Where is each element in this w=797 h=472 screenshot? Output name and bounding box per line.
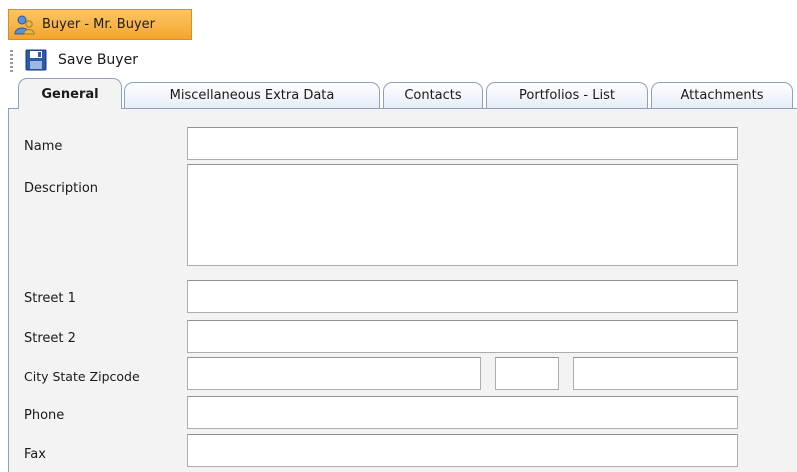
window-title: Buyer - Mr. Buyer [42,17,155,32]
save-buyer-button[interactable]: Save Buyer [24,47,138,73]
tab-strip: General Miscellaneous Extra Data Contact… [0,78,797,109]
fax-input[interactable] [187,434,738,467]
name-input[interactable] [187,127,738,160]
name-label: Name [24,139,63,154]
phone-input[interactable] [187,396,738,429]
tab-attachments[interactable]: Attachments [651,82,793,108]
tab-label: Portfolios - List [519,88,615,103]
floppy-disk-icon [24,49,49,71]
toolbar: Save Buyer [0,44,300,76]
save-buyer-label: Save Buyer [58,52,138,68]
street1-label: Street 1 [24,291,76,306]
tab-label: Attachments [680,88,764,103]
tab-portfolios-list[interactable]: Portfolios - List [486,82,648,108]
tab-label: General [41,86,99,102]
street1-input[interactable] [187,280,738,313]
window-title-tab[interactable]: Buyer - Mr. Buyer [8,9,192,40]
tab-miscellaneous-extra-data[interactable]: Miscellaneous Extra Data [124,82,380,108]
state-input[interactable] [495,357,559,390]
street2-label: Street 2 [24,331,76,346]
tab-contacts[interactable]: Contacts [383,82,483,108]
street2-input[interactable] [187,320,738,353]
zipcode-input[interactable] [573,357,738,390]
description-textarea[interactable] [187,164,738,266]
tab-label: Contacts [404,88,462,103]
city-state-zipcode-label: City State Zipcode [24,369,140,384]
phone-label: Phone [24,408,65,423]
toolbar-grip[interactable] [10,50,13,72]
tab-general[interactable]: General [18,78,122,109]
tab-label: Miscellaneous Extra Data [169,88,335,103]
city-input[interactable] [187,357,481,390]
description-label: Description [24,181,99,196]
fax-label: Fax [24,447,46,462]
buyer-person-icon [14,15,36,35]
